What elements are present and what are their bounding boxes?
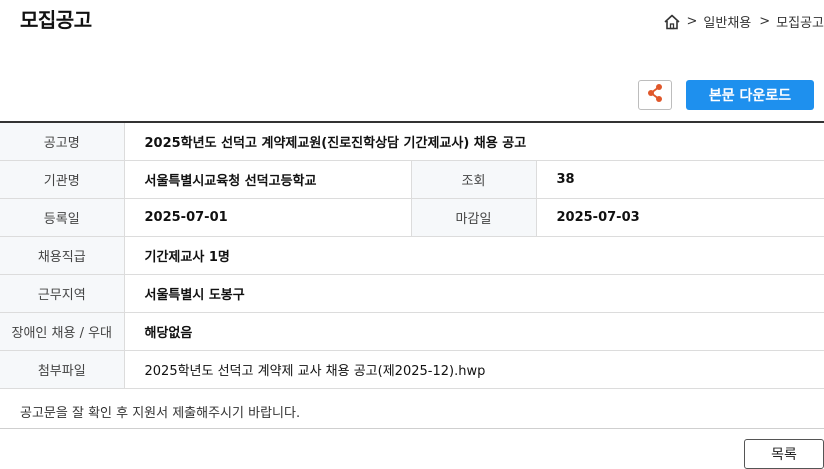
table-row: 첨부파일 2025학년도 선덕고 계약제 교사 채용 공고(제2025-12).… — [0, 350, 824, 389]
breadcrumb-item-general[interactable]: 일반채용 — [703, 12, 751, 31]
region-value: 서울특별시 도봉구 — [124, 274, 824, 313]
table-row: 채용직급 기간제교사 1명 — [0, 236, 824, 275]
share-button[interactable] — [638, 80, 672, 110]
deadline-label: 마감일 — [410, 198, 537, 237]
region-label: 근무지역 — [0, 274, 125, 313]
notice-text: 공고문을 잘 확인 후 지원서 제출해주시기 바랍니다. — [20, 406, 301, 421]
org-label: 기관명 — [0, 160, 125, 199]
breadcrumb-item-recruit[interactable]: 모집공고 — [776, 12, 824, 31]
table-row: 장애인 채용 / 우대 해당없음 — [0, 312, 824, 351]
disability-label: 장애인 채용 / 우대 — [0, 312, 125, 351]
info-table: 공고명 2025학년도 선덕고 계약제교원(진로진학상담 기간제교사) 채용 공… — [0, 121, 824, 389]
grade-label: 채용직급 — [0, 236, 125, 275]
title-label: 공고명 — [0, 122, 125, 161]
attachment-link[interactable]: 2025학년도 선덕고 계약제 교사 채용 공고(제2025-12).hwp — [124, 350, 824, 389]
home-icon[interactable] — [663, 13, 681, 31]
share-icon — [646, 83, 664, 107]
title-value: 2025학년도 선덕고 계약제교원(진로진학상담 기간제교사) 채용 공고 — [124, 122, 824, 161]
list-button[interactable]: 목록 — [744, 439, 824, 469]
table-row: 등록일 2025-07-01 마감일 2025-07-03 — [0, 198, 824, 237]
views-label: 조회 — [410, 160, 537, 199]
reg-date-value: 2025-07-01 — [124, 198, 412, 237]
attachment-label: 첨부파일 — [0, 350, 125, 389]
breadcrumb-separator: > — [759, 14, 771, 29]
table-row: 공고명 2025학년도 선덕고 계약제교원(진로진학상담 기간제교사) 채용 공… — [0, 122, 824, 161]
page-title: 모집공고 — [20, 8, 92, 32]
breadcrumb-separator: > — [686, 14, 698, 29]
disability-value: 해당없음 — [124, 312, 824, 351]
reg-date-label: 등록일 — [0, 198, 125, 237]
grade-value: 기간제교사 1명 — [124, 236, 824, 275]
table-row: 기관명 서울특별시교육청 선덕고등학교 조회 38 — [0, 160, 824, 199]
table-row: 근무지역 서울특별시 도봉구 — [0, 274, 824, 313]
views-value: 38 — [536, 160, 824, 199]
divider — [0, 428, 824, 429]
download-button[interactable]: 본문 다운로드 — [686, 80, 814, 110]
org-value: 서울특별시교육청 선덕고등학교 — [124, 160, 412, 199]
breadcrumb: > 일반채용 > 모집공고 — [663, 12, 824, 31]
deadline-value: 2025-07-03 — [536, 198, 824, 237]
